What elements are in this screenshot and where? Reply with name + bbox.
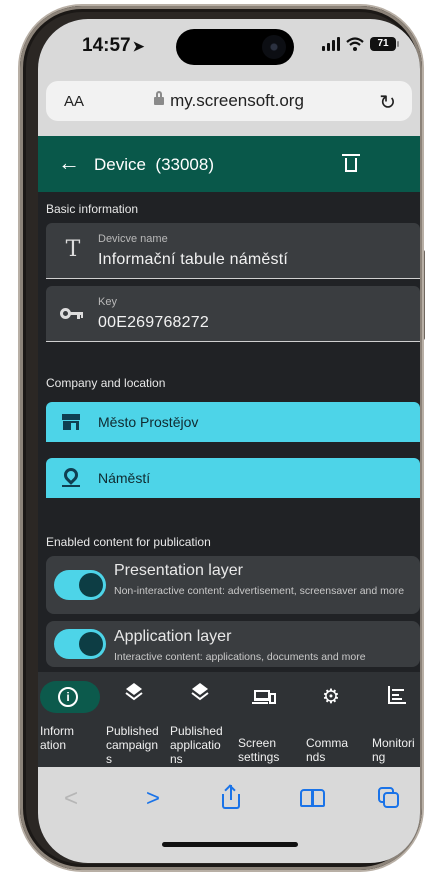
status-icons: 71 bbox=[322, 37, 399, 51]
text-icon: T bbox=[65, 237, 81, 262]
nav-item-monitoring[interactable]: Monitoring bbox=[370, 672, 420, 767]
nav-item-commands[interactable]: ⚙ Commands bbox=[304, 672, 364, 767]
dynamic-island bbox=[176, 29, 294, 65]
device-name-label: Devicve name bbox=[98, 233, 168, 245]
publication-heading: Enabled content for publication bbox=[46, 535, 211, 549]
address-bar[interactable]: AA my.screensoft.org ↻ bbox=[46, 81, 412, 121]
nav-item-information[interactable]: i Information bbox=[38, 672, 102, 767]
company-selector[interactable]: Město Prostějov bbox=[46, 402, 420, 442]
devices-icon bbox=[252, 688, 276, 710]
device-name-field[interactable]: T Devicve name Informační tabule náměstí bbox=[46, 223, 420, 279]
camera-icon bbox=[262, 35, 286, 59]
key-icon bbox=[60, 308, 84, 320]
key-value[interactable]: 00E269768272 bbox=[98, 314, 209, 332]
presentation-layer-toggle[interactable] bbox=[54, 570, 106, 600]
nav-label-published-campaigns: Published campaigns bbox=[106, 724, 159, 766]
basic-info-heading: Basic information bbox=[46, 202, 139, 216]
application-layer-description: Interactive content: applications, docum… bbox=[114, 651, 366, 663]
gear-icon: ⚙ bbox=[322, 686, 340, 708]
cellular-signal-icon bbox=[322, 37, 340, 51]
status-time: 14:57 ➤ bbox=[82, 35, 144, 57]
location-pin-icon bbox=[61, 465, 81, 485]
presentation-layer-card: Presentation layer Non-interactive conte… bbox=[46, 556, 420, 614]
app-header: ← Device (33008) bbox=[38, 136, 420, 192]
company-location-heading: Company and location bbox=[46, 376, 166, 390]
location-pin-base bbox=[62, 485, 80, 487]
location-arrow-icon: ➤ bbox=[132, 38, 145, 54]
wifi-icon bbox=[346, 37, 364, 51]
key-field[interactable]: Key 00E269768272 bbox=[46, 286, 420, 342]
application-layer-title: Application layer bbox=[114, 628, 232, 645]
nav-label-published-applications: Published applications bbox=[170, 724, 223, 766]
presentation-layer-description: Non-interactive content: advertisement, … bbox=[114, 585, 405, 597]
nav-label-monitoring: Monitoring bbox=[372, 736, 415, 764]
toggle-knob bbox=[79, 573, 103, 597]
url-display[interactable]: my.screensoft.org bbox=[46, 91, 412, 111]
phone-screen: 14:57 ➤ 71 AA my.screensoft.org ↻ ← Devic… bbox=[38, 19, 420, 863]
location-selector[interactable]: Náměstí bbox=[46, 458, 420, 498]
reload-icon[interactable]: ↻ bbox=[379, 90, 396, 115]
browser-toolbar: < > bbox=[38, 767, 420, 863]
application-layer-toggle[interactable] bbox=[54, 629, 106, 659]
browser-back-icon[interactable]: < bbox=[64, 785, 78, 813]
layers-icon bbox=[190, 682, 212, 704]
url-text: my.screensoft.org bbox=[170, 91, 304, 110]
bottom-navigation: i Information Published campaigns Publis… bbox=[38, 672, 420, 767]
device-name-value[interactable]: Informační tabule náměstí bbox=[98, 251, 288, 269]
monitoring-icon bbox=[388, 686, 410, 708]
info-icon: i bbox=[58, 687, 78, 707]
key-label: Key bbox=[98, 296, 117, 308]
home-indicator bbox=[162, 842, 298, 847]
page-title: Device (33008) bbox=[94, 155, 215, 174]
nav-item-published-campaigns[interactable]: Published campaigns bbox=[104, 672, 166, 767]
browser-forward-icon[interactable]: > bbox=[146, 785, 160, 813]
presentation-layer-title: Presentation layer bbox=[114, 562, 243, 579]
location-name: Náměstí bbox=[98, 470, 151, 486]
layers-icon bbox=[124, 682, 146, 704]
share-icon[interactable] bbox=[222, 784, 240, 809]
application-layer-card: Application layer Interactive content: a… bbox=[46, 621, 420, 667]
nav-label-commands: Commands bbox=[306, 736, 349, 764]
lock-icon bbox=[154, 91, 165, 105]
nav-item-screen-settings[interactable]: Screen settings bbox=[234, 672, 296, 767]
battery-icon: 71 bbox=[370, 37, 399, 51]
nav-item-published-applications[interactable]: Published applications bbox=[168, 672, 230, 767]
delete-icon[interactable] bbox=[342, 154, 360, 172]
time-text: 14:57 bbox=[82, 35, 131, 56]
nav-label-screen-settings: Screen settings bbox=[238, 736, 280, 764]
back-arrow-icon[interactable]: ← bbox=[58, 150, 80, 176]
store-icon bbox=[62, 414, 80, 430]
company-name: Město Prostějov bbox=[98, 414, 199, 430]
status-bar: 14:57 ➤ 71 bbox=[38, 19, 420, 77]
nav-label-information: Information bbox=[40, 724, 75, 752]
browser-address-area: AA my.screensoft.org ↻ bbox=[38, 77, 420, 136]
toggle-knob bbox=[79, 632, 103, 656]
tabs-icon[interactable] bbox=[378, 787, 400, 809]
bookmarks-icon[interactable] bbox=[300, 789, 326, 807]
